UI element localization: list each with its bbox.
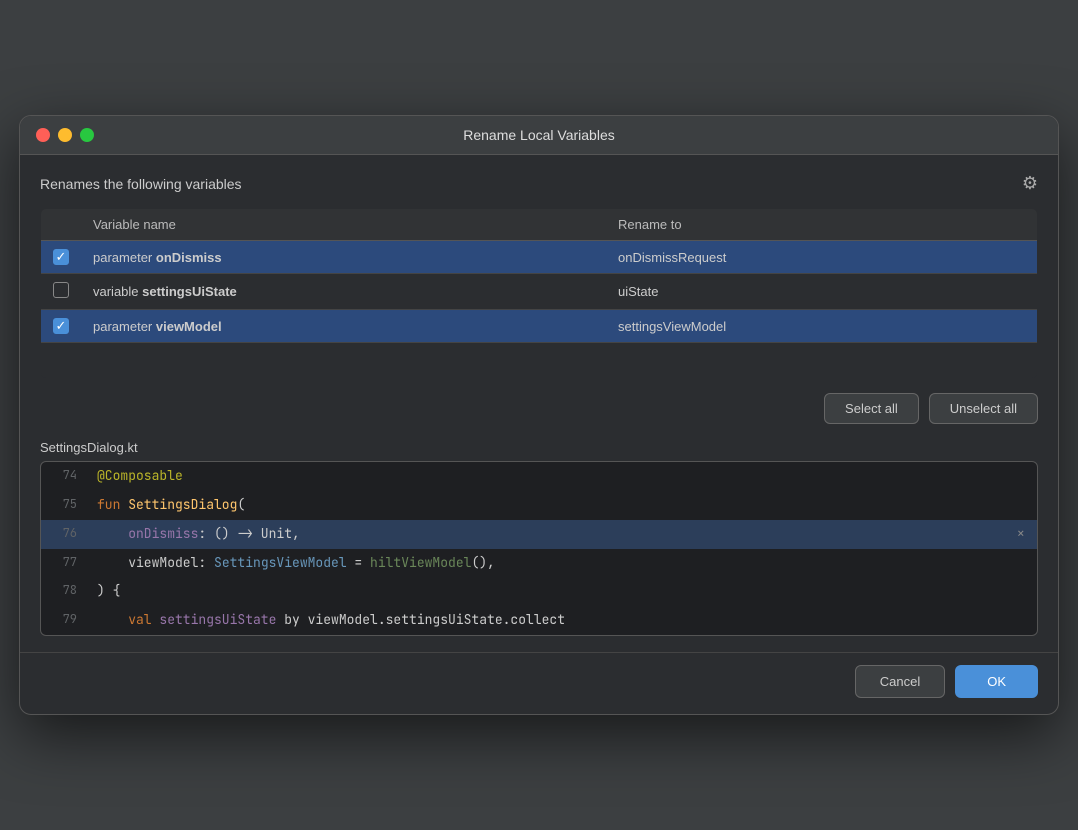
selection-buttons: Select all Unselect all [40,393,1038,424]
var-name-cell-3: parameter viewModel [81,310,606,343]
minimize-button[interactable] [58,128,72,142]
code-line-74: 74 @Composable [41,462,1037,491]
line-code-78: ) { [89,577,1037,606]
col-rename-header: Rename to [606,209,1038,241]
checkbox-3[interactable]: ✓ [53,318,69,334]
line-number-77: 77 [41,549,89,578]
line-number-74: 74 [41,462,89,491]
unselect-all-button[interactable]: Unselect all [929,393,1038,424]
var-name-cell-1: parameter onDismiss [81,241,606,274]
rename-cell-1: onDismissRequest [606,241,1038,274]
close-highlight-icon[interactable]: × [1017,525,1025,543]
table-row: variable settingsUiState uiState [41,274,1038,310]
bottom-buttons: Cancel OK [20,652,1058,714]
file-label: SettingsDialog.kt [40,440,1038,455]
table-header-row: Variable name Rename to [41,209,1038,241]
line-code-77: viewModel: SettingsViewModel = hiltViewM… [89,549,1037,578]
code-line-76: 76 onDismiss: () -> Unit, × [41,520,1037,549]
checkbox-2[interactable] [53,282,69,298]
code-line-75: 75 fun SettingsDialog( [41,491,1037,520]
table-row: ✓ parameter viewModel settingsViewModel [41,310,1038,343]
line-number-79: 79 [41,606,89,635]
line-code-75: fun SettingsDialog( [89,491,1037,520]
table-empty-row [41,343,1038,379]
line-number-76: 76 [41,520,89,549]
settings-icon[interactable]: ⚙ [1022,173,1038,194]
line-code-74: @Composable [89,462,1037,491]
variable-table: Variable name Rename to ✓ parameter onDi… [40,208,1038,379]
line-code-79: val settingsUiState by viewModel.setting… [89,606,1037,635]
line-code-76: onDismiss: () -> Unit, [89,520,1037,549]
traffic-lights [36,128,94,142]
dialog-title: Rename Local Variables [463,127,615,143]
rename-cell-3: settingsViewModel [606,310,1038,343]
code-line-79: 79 val settingsUiState by viewModel.sett… [41,606,1037,635]
rename-dialog: Rename Local Variables Renames the follo… [19,115,1059,715]
checkbox-cell-2[interactable] [41,274,82,310]
line-number-78: 78 [41,577,89,606]
code-line-77: 77 viewModel: SettingsViewModel = hiltVi… [41,549,1037,578]
select-all-button[interactable]: Select all [824,393,919,424]
col-checkbox-header [41,209,82,241]
col-variable-header: Variable name [81,209,606,241]
maximize-button[interactable] [80,128,94,142]
checkbox-1[interactable]: ✓ [53,249,69,265]
var-name-cell-2: variable settingsUiState [81,274,606,310]
header-row: Renames the following variables ⚙ [40,173,1038,194]
description-label: Renames the following variables [40,176,242,192]
ok-button[interactable]: OK [955,665,1038,698]
table-row: ✓ parameter onDismiss onDismissRequest [41,241,1038,274]
checkbox-cell-1[interactable]: ✓ [41,241,82,274]
code-preview: 74 @Composable 75 fun SettingsDialog( 76… [40,461,1038,636]
line-number-75: 75 [41,491,89,520]
code-line-78: 78 ) { [41,577,1037,606]
title-bar: Rename Local Variables [20,116,1058,155]
rename-cell-2: uiState [606,274,1038,310]
checkbox-cell-3[interactable]: ✓ [41,310,82,343]
cancel-button[interactable]: Cancel [855,665,945,698]
close-button[interactable] [36,128,50,142]
dialog-content: Renames the following variables ⚙ Variab… [20,155,1058,652]
